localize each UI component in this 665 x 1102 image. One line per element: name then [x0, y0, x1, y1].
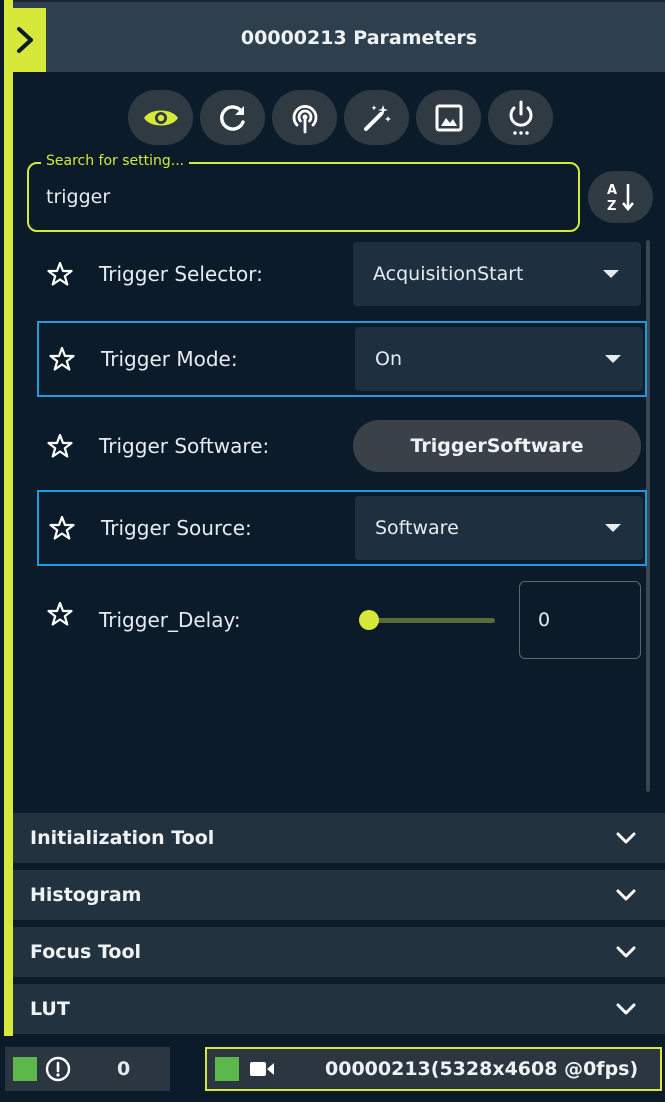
- section-lut[interactable]: LUT: [13, 984, 665, 1034]
- power-button[interactable]: [488, 90, 553, 145]
- status-indicator: [13, 1057, 37, 1081]
- chevron-right-icon: [17, 27, 33, 53]
- param-row-trigger-delay: Trigger_Delay: 0: [37, 578, 647, 662]
- dropdown-value: AcquisitionStart: [373, 263, 524, 285]
- param-label: Trigger Software:: [99, 434, 270, 458]
- search-value[interactable]: trigger: [46, 186, 110, 208]
- panel-title: 00000213 Parameters: [240, 27, 478, 49]
- trigger-source-dropdown[interactable]: Software: [355, 496, 643, 560]
- panel-accent-strip: [4, 0, 13, 1036]
- power-icon: [509, 100, 532, 135]
- star-icon[interactable]: [47, 601, 73, 627]
- chevron-down-icon: [616, 889, 636, 901]
- sort-az-icon: A Z: [607, 183, 634, 214]
- image-button[interactable]: [416, 90, 481, 145]
- chevron-down-icon: [616, 832, 636, 844]
- svg-text:A: A: [607, 183, 617, 198]
- section-histogram[interactable]: Histogram: [13, 870, 665, 920]
- param-row-trigger-software: Trigger Software: TriggerSoftware: [37, 408, 647, 484]
- star-icon[interactable]: [49, 515, 75, 541]
- param-label: Trigger_Delay:: [99, 608, 241, 632]
- eye-icon: [143, 110, 178, 125]
- star-icon[interactable]: [49, 346, 75, 372]
- section-label: LUT: [30, 998, 70, 1020]
- param-label: Trigger Selector:: [99, 262, 263, 286]
- alert-icon: [45, 1056, 71, 1082]
- slider-track: [367, 618, 495, 623]
- collapse-panel-button[interactable]: [4, 8, 46, 72]
- magic-wand-icon: [363, 104, 391, 131]
- section-focus-tool[interactable]: Focus Tool: [13, 927, 665, 977]
- refresh-icon: [219, 104, 245, 131]
- trigger-delay-input[interactable]: 0: [519, 581, 641, 659]
- param-row-trigger-mode: Trigger Mode: On: [37, 321, 647, 397]
- chevron-down-icon: [616, 1003, 636, 1015]
- chevron-down-icon: [616, 946, 636, 958]
- video-camera-icon: [250, 1062, 274, 1076]
- broadcast-button[interactable]: [272, 90, 337, 145]
- trigger-mode-dropdown[interactable]: On: [355, 327, 643, 391]
- camera-status-indicator: [215, 1057, 239, 1081]
- image-icon: [435, 104, 462, 131]
- param-row-trigger-source: Trigger Source: Software: [37, 490, 647, 566]
- svg-text:Z: Z: [607, 199, 616, 214]
- search-label: Search for setting...: [41, 153, 190, 169]
- alert-count: 0: [117, 1058, 131, 1080]
- section-label: Focus Tool: [30, 941, 142, 963]
- dropdown-value: Software: [375, 517, 459, 539]
- star-icon[interactable]: [47, 433, 73, 459]
- alerts-indicator[interactable]: 0: [5, 1047, 170, 1091]
- refresh-button[interactable]: [200, 90, 265, 145]
- caret-down-icon: [605, 524, 621, 532]
- parameters-panel: 00000213 Parameters Search for setting..…: [0, 0, 665, 1102]
- search-input[interactable]: Search for setting... trigger: [27, 153, 580, 232]
- visibility-button[interactable]: [128, 90, 193, 145]
- caret-down-icon: [603, 270, 619, 278]
- slider-thumb[interactable]: [359, 610, 379, 630]
- param-row-trigger-selector: Trigger Selector: AcquisitionStart: [37, 236, 647, 312]
- param-label: Trigger Mode:: [101, 347, 238, 371]
- section-initialization-tool[interactable]: Initialization Tool: [13, 813, 665, 863]
- trigger-delay-value: 0: [538, 609, 551, 631]
- trigger-selector-dropdown[interactable]: AcquisitionStart: [353, 242, 641, 306]
- section-label: Initialization Tool: [30, 827, 215, 849]
- dropdown-value: On: [375, 348, 402, 370]
- trigger-delay-slider[interactable]: [359, 610, 495, 630]
- panel-header: 00000213 Parameters: [13, 0, 665, 72]
- camera-info: 00000213(5328x4608 @0fps): [325, 1058, 639, 1080]
- camera-status[interactable]: 00000213(5328x4608 @0fps): [205, 1047, 662, 1091]
- broadcast-icon: [292, 104, 317, 133]
- section-label: Histogram: [30, 884, 142, 906]
- auto-adjust-button[interactable]: [344, 90, 409, 145]
- sort-button[interactable]: A Z: [588, 171, 653, 223]
- status-bar: 0 00000213(5328x4608 @0fps): [0, 1036, 665, 1102]
- caret-down-icon: [605, 355, 621, 363]
- toolbar: [128, 90, 553, 146]
- param-label: Trigger Source:: [101, 516, 252, 540]
- trigger-software-button[interactable]: TriggerSoftware: [353, 420, 641, 472]
- star-icon[interactable]: [47, 261, 73, 287]
